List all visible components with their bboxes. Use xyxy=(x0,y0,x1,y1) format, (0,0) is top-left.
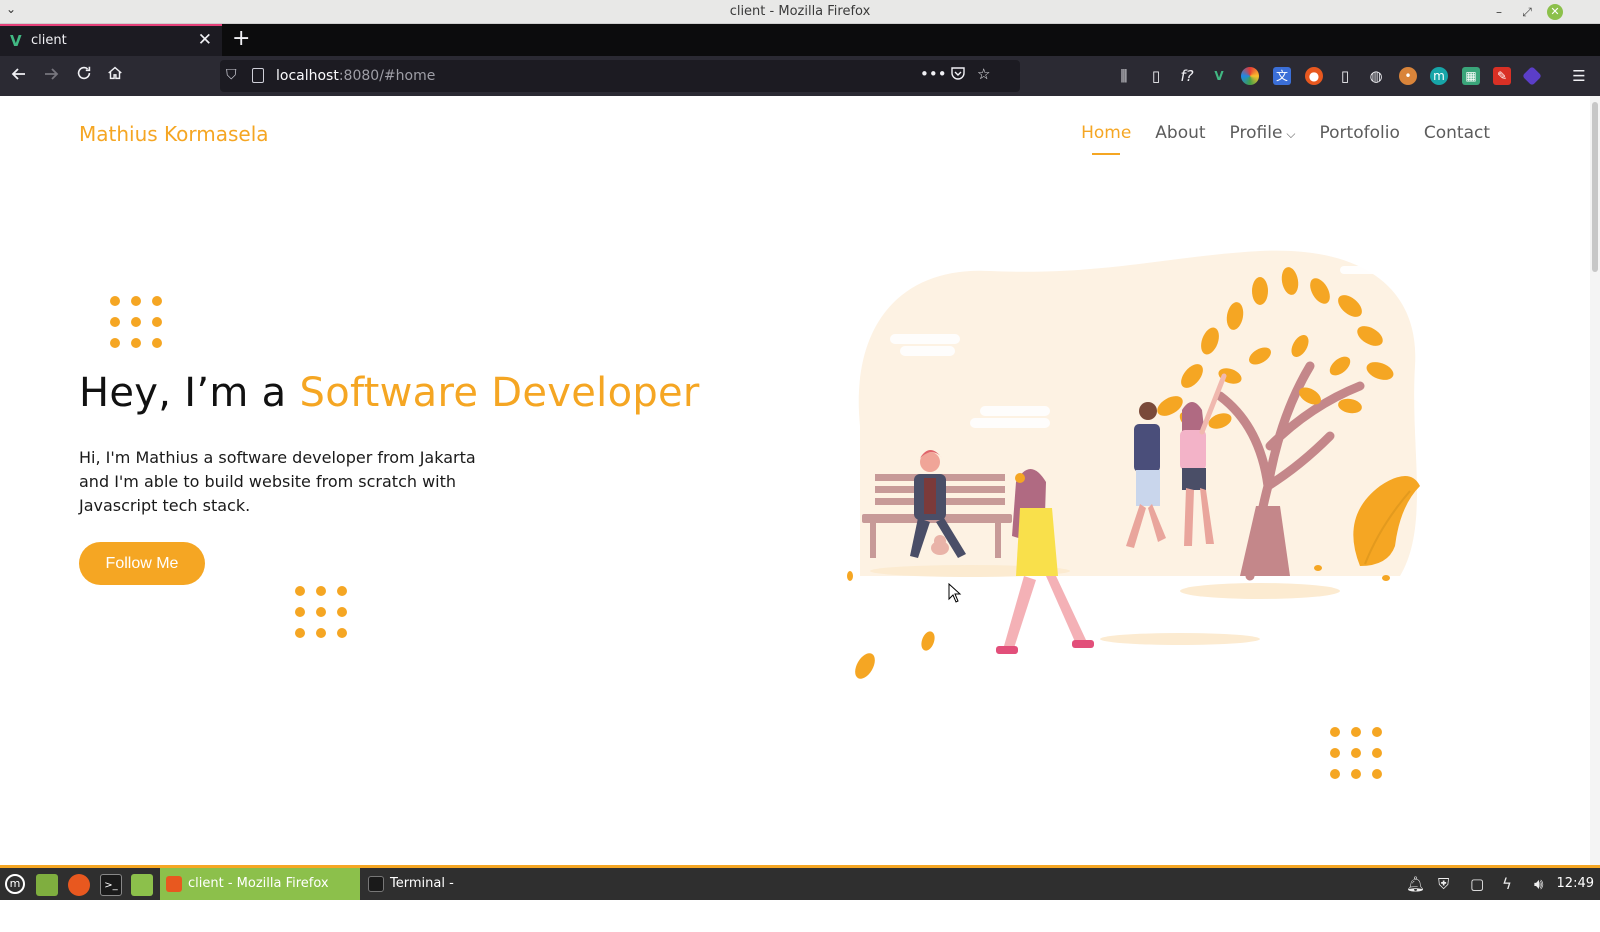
translate-icon[interactable]: 文 xyxy=(1273,67,1291,85)
url-host: localhost xyxy=(276,68,339,84)
scrollbar-thumb[interactable] xyxy=(1592,102,1598,272)
notifications-icon[interactable]: 🔔︎ xyxy=(1406,875,1425,893)
tab-label: client xyxy=(31,33,67,48)
hero-title-prefix: Hey, I’m a xyxy=(79,370,300,416)
nav-portfolio[interactable]: Portofolio xyxy=(1320,123,1400,143)
sidebar-icon[interactable]: ▯ xyxy=(1147,67,1165,85)
mobile-icon[interactable]: ▯ xyxy=(1336,67,1354,85)
nav-about[interactable]: About xyxy=(1155,123,1205,143)
web-page: Mathius Kormasela Home About Profile ⌵ Po… xyxy=(0,96,1590,865)
page-info-icon[interactable] xyxy=(252,68,264,83)
diamond-extension-icon[interactable] xyxy=(1522,66,1542,86)
taskbar-item-terminal[interactable]: Terminal - mathius@mathi... xyxy=(362,868,562,923)
follow-me-button[interactable]: Follow Me xyxy=(79,542,205,585)
bookmark-star-icon[interactable]: ☆ xyxy=(977,65,990,83)
formula-extension-icon[interactable]: f? xyxy=(1178,67,1196,85)
site-brand[interactable]: Mathius Kormasela xyxy=(79,122,269,146)
mint-menu-icon[interactable]: m xyxy=(5,874,25,894)
globe-icon[interactable]: ◍ xyxy=(1367,67,1385,85)
park-illustration xyxy=(847,250,1420,679)
arrow-right-icon xyxy=(45,68,59,80)
tracking-shield-icon[interactable]: ⛉ xyxy=(226,67,237,83)
window-titlebar: ⌄ client - Mozilla Firefox – ⤢ ✕ xyxy=(0,0,1600,24)
url-path: :8080/#home xyxy=(338,68,436,84)
back-button[interactable] xyxy=(7,64,31,88)
reload-button[interactable] xyxy=(72,64,96,88)
clock: 12:49 xyxy=(1556,876,1594,891)
url-text[interactable]: localhost:8080/#home xyxy=(276,68,435,84)
chevron-down-icon: ⌵ xyxy=(1286,127,1296,141)
maximize-icon[interactable]: ⤢ xyxy=(1518,3,1536,21)
extension-icon[interactable]: ● xyxy=(1305,67,1323,85)
address-bar[interactable]: ⛉ localhost:8080/#home ••• ☆ xyxy=(220,60,1020,92)
new-tab-button[interactable]: + xyxy=(232,26,250,51)
nav-profile-label: Profile xyxy=(1229,123,1283,143)
hero-description: Hi, I'm Mathius a software developer fro… xyxy=(79,448,476,515)
minimize-icon[interactable]: – xyxy=(1490,3,1508,21)
reload-icon xyxy=(77,66,91,80)
navigation-toolbar: ⛉ localhost:8080/#home ••• ☆ ⫼ ▯ f? V 文 … xyxy=(0,56,1600,96)
system-taskbar: m >_ client - Mozilla Firefox Terminal -… xyxy=(0,865,1600,923)
power-icon[interactable]: ϟ xyxy=(1502,875,1512,893)
vue-devtools-icon[interactable]: V xyxy=(1210,67,1228,85)
tab-strip: V client ✕ + xyxy=(0,24,1600,56)
nav-contact[interactable]: Contact xyxy=(1424,123,1490,143)
cookie-icon[interactable]: • xyxy=(1399,67,1417,85)
site-nav: Home About Profile ⌵ Portofolio Contact xyxy=(1081,123,1490,155)
arrow-left-icon xyxy=(11,68,25,80)
dots-decoration xyxy=(295,586,347,638)
page-scrollbar[interactable] xyxy=(1590,96,1600,865)
firefox-icon xyxy=(166,876,182,892)
taskbar-item-firefox[interactable]: client - Mozilla Firefox xyxy=(160,868,360,900)
pen-extension-icon[interactable]: ✎ xyxy=(1493,67,1511,85)
color-picker-icon[interactable] xyxy=(1241,67,1259,85)
dots-decoration xyxy=(1330,727,1382,779)
dots-decoration xyxy=(110,296,162,348)
hamburger-menu-icon[interactable]: ☰ xyxy=(1570,67,1588,85)
m-extension-icon[interactable]: m xyxy=(1430,67,1448,85)
forward-button[interactable] xyxy=(39,64,63,88)
home-icon xyxy=(108,66,122,80)
close-window-icon[interactable]: ✕ xyxy=(1547,4,1563,20)
pocket-icon[interactable] xyxy=(950,65,966,85)
task-label: client - Mozilla Firefox xyxy=(188,876,329,891)
home-button[interactable] xyxy=(103,64,127,88)
mouse-cursor-icon xyxy=(948,583,962,603)
hero-title-accent: Software Developer xyxy=(299,370,700,416)
sheet-extension-icon[interactable]: ▦ xyxy=(1462,67,1480,85)
nav-profile-dropdown[interactable]: Profile ⌵ xyxy=(1230,123,1296,143)
show-desktop-icon[interactable] xyxy=(36,874,58,896)
display-icon[interactable]: ▢ xyxy=(1470,875,1484,893)
terminal-launcher-icon[interactable]: >_ xyxy=(100,874,122,896)
firefox-launcher-icon[interactable] xyxy=(68,874,90,896)
close-tab-icon[interactable]: ✕ xyxy=(198,30,212,50)
security-shield-icon[interactable]: ⛨ xyxy=(1438,875,1449,893)
tab-client[interactable]: V client ✕ xyxy=(0,24,222,56)
terminal-icon xyxy=(368,876,384,892)
page-actions-icon[interactable]: ••• xyxy=(920,65,947,83)
window-title: client - Mozilla Firefox xyxy=(729,4,871,19)
nav-home[interactable]: Home xyxy=(1081,123,1131,155)
vue-logo-icon: V xyxy=(10,32,22,50)
files-launcher-icon[interactable] xyxy=(131,874,153,896)
library-icon[interactable]: ⫼ xyxy=(1115,67,1133,85)
volume-icon[interactable]: 🔊︎ xyxy=(1534,875,1543,893)
hero-title: Hey, I’m a Software Developer xyxy=(79,370,700,416)
